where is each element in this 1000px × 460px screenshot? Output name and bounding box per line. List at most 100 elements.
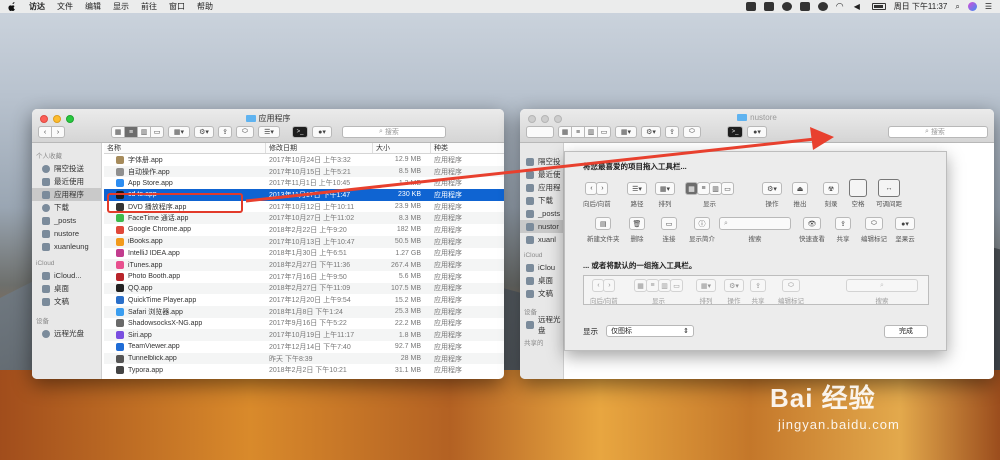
menu-file[interactable]: 文件 [57, 1, 73, 12]
path-button[interactable]: ☰▾ [258, 126, 280, 138]
column-view-button[interactable]: ▥ [137, 126, 151, 138]
palette-share[interactable]: ⇪ 共享 [835, 217, 851, 243]
dial-tray-icon[interactable] [817, 2, 828, 11]
table-row[interactable]: Siri.app 2017年10月19日 上午11:17 1.8 MB 应用程序 [104, 329, 504, 341]
table-row[interactable]: iTunes.app 2018年2月27日 下午11:36 267.4 MB 应用程序 [104, 259, 504, 271]
palette-eject[interactable]: ⏏ 推出 [792, 182, 808, 208]
menu-edit[interactable]: 编辑 [85, 1, 101, 12]
menu-view[interactable]: 显示 [113, 1, 129, 12]
palette-search[interactable]: ⌕ 搜索 [719, 217, 791, 243]
sidebar-item-icloud-drive[interactable]: iClou [520, 261, 563, 274]
edit-tags-button[interactable]: ⬭ [683, 126, 701, 138]
penguin-tray-icon[interactable] [781, 2, 792, 11]
palette-back-forward[interactable]: ‹ › 向后/向前 [583, 182, 611, 208]
sidebar-item-airdrop[interactable]: 隔空投送 [32, 162, 101, 175]
sidebar-item-applications[interactable]: 应用程 [520, 181, 563, 194]
table-row[interactable]: QQ.app 2018年2月27日 下午11:09 107.5 MB 应用程序 [104, 282, 504, 295]
search-input[interactable]: ⌕ 搜索 [888, 126, 988, 138]
sidebar-item-airdrop[interactable]: 隔空投 [520, 155, 563, 168]
sidebar-item-desktop[interactable]: 桌面 [520, 274, 563, 287]
palette-new-folder[interactable]: ▤ 新建文件夹 [587, 217, 620, 243]
done-button[interactable]: 完成 [884, 324, 928, 338]
clock[interactable]: 周日 下午11:37 [894, 1, 948, 12]
gallery-view-button[interactable]: ▭ [597, 126, 611, 138]
icon-view-button[interactable]: ▦ [111, 126, 125, 138]
apple-icon[interactable] [8, 2, 17, 11]
table-row[interactable]: App Store.app 2017年11月1日 上午10:45 1.3 MB 应用程… [104, 177, 504, 189]
palette-connect[interactable]: ▭ 连接 [661, 217, 677, 243]
column-header-kind[interactable]: 种类 [431, 143, 504, 153]
sidebar-item-remote-disc[interactable]: 远程光盘 [520, 315, 563, 335]
sidebar-item-posts[interactable]: _posts [32, 214, 101, 227]
table-row[interactable]: TeamViewer.app 2017年12月14日 下午7:40 92.7 MB 应… [104, 341, 504, 353]
palette-arrange[interactable]: ▦▾ 排列 [655, 182, 675, 208]
arrange-button[interactable]: ▦▾ [168, 126, 190, 138]
sidebar-item-recents[interactable]: 最近使用 [32, 175, 101, 188]
palette-flexible-space[interactable]: ↔ 可调间距 [876, 179, 902, 208]
table-row[interactable]: Safari 浏览器.app 2018年1月8日 下午1:24 25.3 MB 应用程… [104, 305, 504, 318]
table-row[interactable]: Google Chrome.app 2018年2月22日 上午9:20 182 MB… [104, 224, 504, 236]
table-row[interactable]: iBooks.app 2017年10月13日 上午10:47 50.5 MB 应用程序 [104, 235, 504, 248]
table-row[interactable]: FaceTime 通话.app 2017年10月27日 上午11:02 8.3 MB… [104, 212, 504, 225]
palette-space[interactable]: 空格 [849, 179, 867, 208]
nutstore-button[interactable]: ●▾ [312, 126, 332, 138]
printer-tray-icon[interactable] [799, 2, 810, 11]
table-row[interactable]: QuickTime Player.app 2017年12月20日 上午9:54 15… [104, 294, 504, 306]
column-header-size[interactable]: 大小 [373, 143, 431, 153]
paper-plane-tray-icon[interactable] [763, 2, 774, 11]
list-view-button[interactable]: ≡ [571, 126, 585, 138]
sidebar-item-home[interactable]: xuanl [520, 233, 563, 246]
battery-icon[interactable] [871, 3, 886, 10]
palette-view[interactable]: ▦ ≡ ▥ ▭ 显示 [685, 182, 734, 208]
table-row[interactable]: Photo Booth.app 2017年7月16日 上午9:50 5.6 MB 应用… [104, 271, 504, 283]
menu-window[interactable]: 窗口 [169, 1, 185, 12]
list-view-button[interactable]: ≡ [124, 126, 138, 138]
table-row[interactable]: ShadowsocksX-NG.app 2017年9月16日 下午5:22 22.2… [104, 318, 504, 330]
palette-edit-tags[interactable]: ⬭ 编辑标记 [861, 217, 887, 243]
sidebar-item-applications[interactable]: 应用程序 [32, 188, 101, 201]
default-toolbar-set[interactable]: ‹ › 向后/向前 ▦ ≡ ▥ ▭ 显示 ▦▾ 排列 ⚙▾ 操作 ⇪ 共享 ⬭ 编辑标记 ⌕ 搜索 [583, 275, 929, 305]
sidebar-item-desktop[interactable]: 桌面 [32, 282, 101, 295]
cd-to-terminal-button[interactable]: >_ [292, 126, 308, 138]
wifi-icon[interactable]: ◠ [836, 2, 846, 11]
action-gear-button[interactable]: ⚙▾ [194, 126, 214, 138]
table-row[interactable]: Typora.app 2018年2月2日 下午10:21 31.1 MB 应用程序 [104, 364, 504, 376]
column-header-name[interactable]: 名称 [104, 143, 266, 153]
menu-go[interactable]: 前往 [141, 1, 157, 12]
column-view-button[interactable]: ▥ [584, 126, 598, 138]
volume-icon[interactable]: ◀ [854, 2, 864, 11]
table-row[interactable]: 自动操作.app 2017年10月15日 上午5:21 8.5 MB 应用程序 [104, 165, 504, 178]
sidebar-item-nustore[interactable]: nustore [32, 227, 101, 240]
palette-get-info[interactable]: ⓘ 显示简介 [689, 217, 715, 243]
icon-view-button[interactable]: ▦ [558, 126, 572, 138]
arrange-button[interactable]: ▦▾ [615, 126, 637, 138]
gallery-view-button[interactable]: ▭ [150, 126, 164, 138]
table-row[interactable]: 字体册.app 2017年10月24日 上午3:32 12.9 MB 应用程序 [104, 154, 504, 166]
sidebar-item-downloads[interactable]: 下载 [520, 194, 563, 207]
search-input[interactable]: ⌕ 搜索 [342, 126, 446, 138]
sidebar-item-nustore[interactable]: nustor [520, 220, 563, 233]
sidebar-item-documents[interactable]: 文稿 [520, 287, 563, 300]
palette-delete[interactable]: 🗑 删除 [629, 217, 645, 243]
sidebar-item-icloud-drive[interactable]: iCloud... [32, 269, 101, 282]
table-row[interactable]: IntelliJ IDEA.app 2018年1月30日 上午6:51 1.27 G… [104, 248, 504, 260]
back-forward-placeholder[interactable] [526, 126, 554, 138]
show-mode-select[interactable]: 仅图标 ⇕ [606, 325, 694, 337]
palette-action[interactable]: ⚙▾ 操作 [762, 182, 782, 208]
share-button[interactable]: ⇪ [218, 126, 232, 138]
edit-tags-button[interactable]: ⬭ [236, 126, 254, 138]
menu-app-name[interactable]: 访达 [29, 1, 45, 12]
siri-icon[interactable] [967, 2, 977, 11]
table-row[interactable]: Tunnelblick.app 昨天 下午8:39 28 MB 应用程序 [104, 352, 504, 365]
sidebar-item-documents[interactable]: 文稿 [32, 295, 101, 308]
sidebar-item-home[interactable]: xuanleung [32, 240, 101, 253]
search-icon[interactable]: ⌕ [955, 2, 959, 12]
forward-button[interactable]: › [51, 126, 65, 138]
palette-burn[interactable]: ☢ 刻录 [823, 182, 839, 208]
sidebar-item-recents[interactable]: 最近使 [520, 168, 563, 181]
back-button[interactable]: ‹ [38, 126, 52, 138]
app-tray-icon[interactable] [745, 2, 756, 11]
cd-to-terminal-button[interactable]: >_ [727, 126, 743, 138]
column-header-date[interactable]: 修改日期 [266, 143, 373, 153]
palette-quick-look[interactable]: 👁 快速查看 [799, 217, 825, 243]
